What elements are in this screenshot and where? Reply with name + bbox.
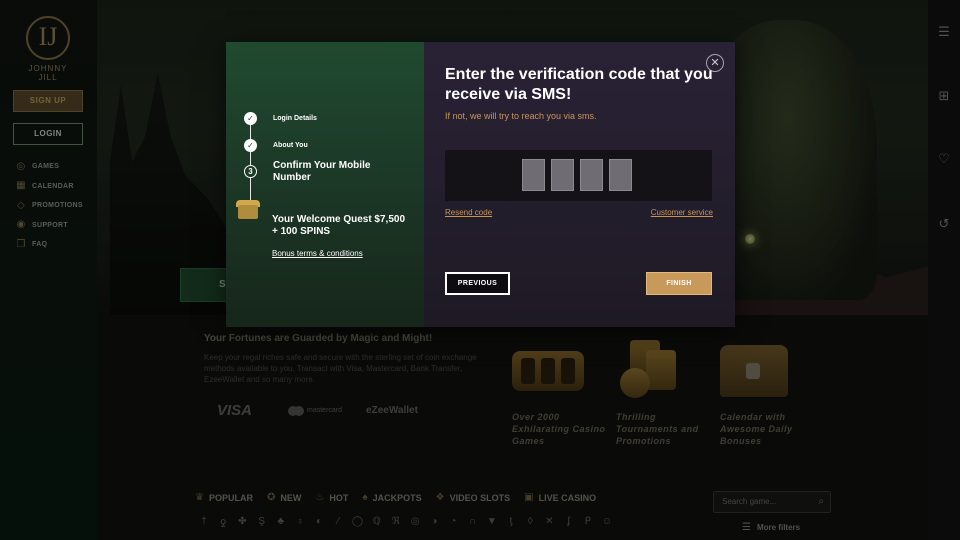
check-icon: ✓ <box>244 112 257 125</box>
modal-subtitle: If not, we will try to reach you via sms… <box>445 111 597 121</box>
check-icon: ✓ <box>244 139 257 152</box>
verification-modal: ✓ Login Details ✓ About You 3 Confirm Yo… <box>226 42 735 327</box>
code-digit-input-4[interactable] <box>609 159 632 191</box>
step-login-details: Login Details <box>273 115 317 122</box>
code-digit-input-1[interactable] <box>522 159 545 191</box>
modal-title: Enter the verification code that you rec… <box>445 66 713 103</box>
step-about-you: About You <box>273 142 308 149</box>
finish-button[interactable]: FINISH <box>646 272 712 295</box>
previous-button[interactable]: PREVIOUS <box>445 272 510 295</box>
treasure-chest-icon <box>236 198 264 220</box>
verification-panel: ✕ Enter the verification code that you r… <box>424 42 735 327</box>
customer-service-link[interactable]: Customer service <box>651 208 713 217</box>
registration-steps-panel: ✓ Login Details ✓ About You 3 Confirm Yo… <box>226 42 424 327</box>
bonus-terms-link[interactable]: Bonus terms & conditions <box>272 249 363 258</box>
verification-code-box <box>445 150 712 201</box>
step-confirm-mobile: Confirm Your Mobile Number <box>273 160 371 183</box>
resend-code-link[interactable]: Resend code <box>445 208 492 217</box>
welcome-quest-title: Your Welcome Quest $7,500 + 100 SPINS <box>272 214 406 237</box>
code-digit-input-3[interactable] <box>580 159 603 191</box>
step-number-badge: 3 <box>244 165 257 178</box>
code-digit-input-2[interactable] <box>551 159 574 191</box>
